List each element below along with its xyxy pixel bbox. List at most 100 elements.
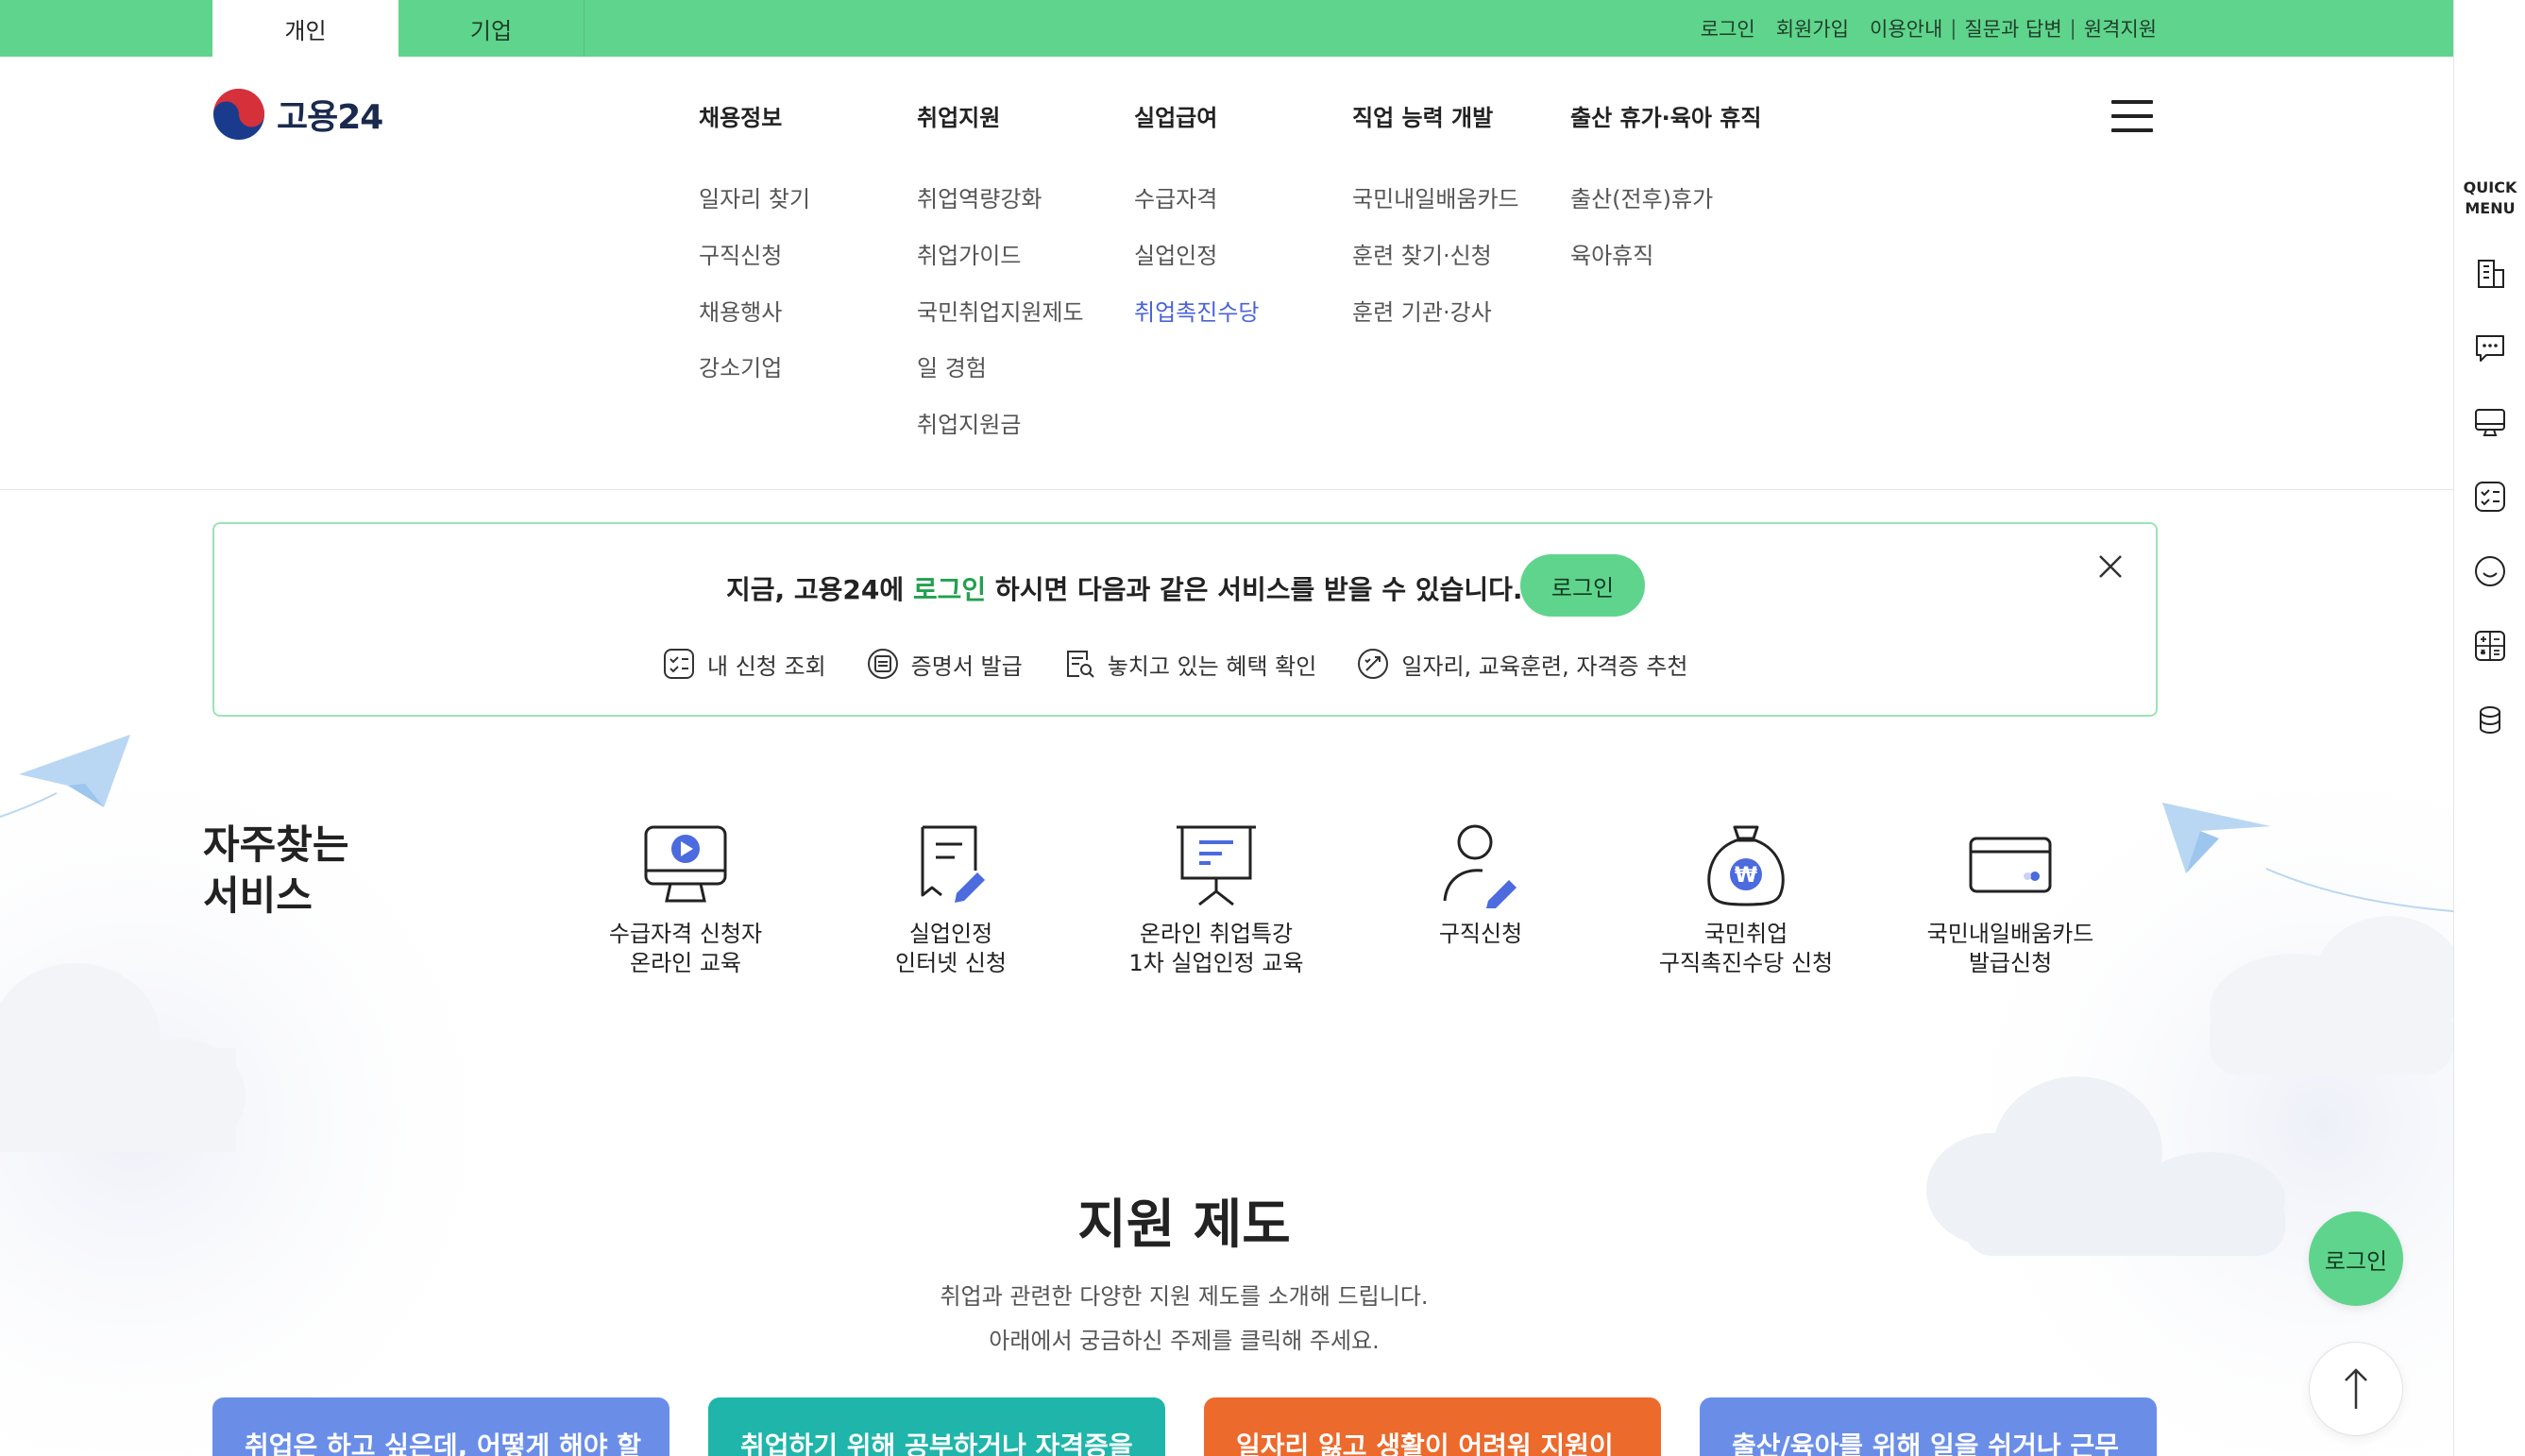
title-line: 자주찾는: [203, 821, 349, 868]
banner-message-post: 하시면 다음과 같은 서비스를 받을 수 있습니다.: [986, 574, 1523, 605]
service-sublabel: 온라인 교육: [629, 950, 742, 976]
calculator-icon[interactable]: [2473, 629, 2507, 663]
nav-maternity-parental-leave[interactable]: 출산 휴가·육아 휴직: [1570, 99, 1761, 132]
submenu-item[interactable]: 구직신청: [699, 237, 782, 270]
submenu-item[interactable]: 실업인정: [1134, 237, 1217, 270]
site-logo[interactable]: 고용24: [212, 88, 383, 141]
submenu-item[interactable]: 채용행사: [699, 294, 782, 327]
smile-icon[interactable]: [2473, 554, 2507, 588]
nav-employment-support[interactable]: 취업지원: [917, 99, 1000, 132]
divider: |: [2069, 17, 2076, 40]
title-line: 서비스: [203, 872, 313, 919]
feature-my-applications: 내 신청 조회: [662, 647, 826, 681]
submenu-item[interactable]: 강소기업: [699, 349, 782, 382]
login-link[interactable]: 로그인: [1701, 14, 1755, 42]
monitor-play-icon: [644, 825, 727, 903]
service-label: 실업인정: [908, 921, 993, 947]
submenu-item[interactable]: 국민내일배움카드: [1352, 180, 1519, 213]
submenu-item[interactable]: 일자리 찾기: [699, 180, 810, 213]
coins-icon[interactable]: [2473, 703, 2507, 737]
service-online-lecture[interactable]: 온라인 취업특강 1차 실업인정 교육: [1108, 821, 1325, 978]
floating-login-button[interactable]: 로그인: [2309, 1211, 2403, 1306]
banner-message: 지금, 고용24에 로그인 하시면 다음과 같은 서비스를 받을 수 있습니다.: [726, 569, 1523, 607]
service-learning-card[interactable]: 국민내일배움카드 발급신청: [1902, 821, 2119, 978]
submenu-item[interactable]: 일 경험: [917, 349, 987, 382]
feature-certificate: 증명서 발급: [866, 647, 1023, 681]
remote-support-link[interactable]: 원격지원: [2084, 14, 2157, 42]
service-label: 구직신청: [1438, 921, 1523, 947]
divider: |: [1950, 17, 1957, 40]
checklist-icon[interactable]: [2473, 480, 2507, 514]
banner-login-button[interactable]: 로그인: [1520, 554, 1645, 617]
support-section-desc: 취업과 관련한 다양한 지원 제도를 소개해 드립니다.: [940, 1283, 1429, 1310]
submenu-item[interactable]: 훈련 기관·강사: [1352, 294, 1492, 327]
submenu-item[interactable]: 수급자격: [1134, 180, 1217, 213]
utility-links: 로그인 회원가입 이용안내 | 질문과 답변 | 원격지원: [1701, 0, 2157, 57]
submenu-item-active[interactable]: 취업촉진수당: [1134, 294, 1259, 327]
nav-recruitment[interactable]: 채용정보: [699, 99, 782, 132]
submenu-item[interactable]: 훈련 찾기·신청: [1352, 237, 1492, 270]
service-label: 수급자격 신청자: [608, 921, 763, 947]
svg-text:₩: ₩: [1735, 864, 1757, 888]
service-online-education[interactable]: 수급자격 신청자 온라인 교육: [577, 821, 794, 978]
feature-recommendations: 일자리, 교육훈련, 자격증 추천: [1356, 647, 1687, 681]
feature-label: 놓치고 있는 혜택 확인: [1107, 652, 1317, 680]
document-search-icon: [1066, 651, 1094, 678]
banner-login-link[interactable]: 로그인: [913, 574, 986, 605]
submenu-item[interactable]: 국민취업지원제도: [917, 294, 1084, 327]
service-unemployment-recognition[interactable]: 실업인정 인터넷 신청: [842, 821, 1059, 978]
quick-menu-title-line: QUICK: [2463, 178, 2517, 196]
logo-text: 고용24: [277, 98, 383, 137]
header-divider: [0, 489, 2453, 490]
support-section-title: 지원 제도: [1077, 1194, 1291, 1256]
close-icon[interactable]: [2096, 552, 2125, 581]
nav-unemployment-benefit[interactable]: 실업급여: [1134, 99, 1217, 132]
login-banner: 지금, 고용24에 로그인 하시면 다음과 같은 서비스를 받을 수 있습니다.…: [212, 522, 2158, 717]
feature-label: 일자리, 교육훈련, 자격증 추천: [1401, 652, 1688, 680]
service-sublabel: 1차 실업인정 교육: [1128, 950, 1304, 976]
tab-business[interactable]: 기업: [398, 0, 585, 57]
service-job-application[interactable]: 구직신청: [1372, 821, 1589, 949]
banner-features: 내 신청 조회 증명서 발급 놓치고 있는 혜택 확인 일자리, 교육훈련, 자…: [662, 647, 1687, 681]
service-label: 국민내일배움카드: [1926, 921, 2094, 947]
quick-menu: QUICK MENU: [2453, 0, 2525, 1456]
qna-link[interactable]: 질문과 답변: [1964, 14, 2061, 42]
money-bag-icon: ₩: [1707, 825, 1785, 906]
guide-link[interactable]: 이용안내: [1870, 14, 1942, 42]
service-label: 국민취업: [1703, 921, 1788, 947]
help-links: 이용안내 | 질문과 답변 | 원격지원: [1870, 14, 2157, 42]
nav-job-skills[interactable]: 직업 능력 개발: [1352, 99, 1493, 132]
hamburger-menu-icon[interactable]: [2111, 100, 2153, 132]
banner-message-pre: 지금, 고용24에: [726, 574, 913, 605]
taegeuk-logo-icon: [213, 89, 264, 140]
submenu-item[interactable]: 출산(전후)휴가: [1570, 180, 1713, 213]
service-sublabel: 인터넷 신청: [894, 950, 1008, 976]
frequent-services-title: 자주찾는 서비스: [203, 820, 349, 922]
chat-icon[interactable]: [2473, 330, 2507, 364]
person-edit-icon: [1443, 824, 1517, 908]
tab-personal[interactable]: 개인: [212, 0, 398, 57]
feature-missed-benefits: 놓치고 있는 혜택 확인: [1062, 647, 1317, 681]
card-icon: [1969, 837, 2052, 893]
quick-menu-title-line: MENU: [2465, 199, 2516, 217]
submenu-item[interactable]: 취업역량강화: [917, 180, 1042, 213]
support-card[interactable]: 출산/육아를 위해 일을 쉬거나 근무: [1700, 1397, 2157, 1456]
scroll-top-button[interactable]: [2309, 1342, 2403, 1436]
submenu-item[interactable]: 취업지원금: [917, 406, 1021, 439]
submenu-item[interactable]: 육아휴직: [1570, 237, 1653, 270]
building-icon[interactable]: [2473, 257, 2507, 291]
recommend-icon: [1358, 649, 1389, 679]
support-section-desc: 아래에서 궁금하신 주제를 클릭해 주세요.: [989, 1328, 1380, 1354]
service-job-seeking-allowance[interactable]: ₩ 국민취업 구직촉진수당 신청: [1637, 821, 1855, 978]
signup-link[interactable]: 회원가입: [1776, 14, 1849, 42]
feature-label: 증명서 발급: [910, 652, 1023, 680]
monitor-icon[interactable]: [2473, 405, 2507, 439]
support-card[interactable]: 취업은 하고 싶은데, 어떻게 해야 할: [212, 1397, 669, 1456]
top-bar: 개인 기업 로그인 회원가입 이용안내 | 질문과 답변 | 원격지원: [0, 0, 2453, 57]
submenu-item[interactable]: 취업가이드: [917, 237, 1021, 270]
page: 개인 기업 로그인 회원가입 이용안내 | 질문과 답변 | 원격지원 고용24…: [0, 0, 2453, 1456]
checklist-icon: [664, 649, 694, 679]
service-sublabel: 구직촉진수당 신청: [1658, 950, 1834, 976]
support-card[interactable]: 취업하기 위해 공부하거나 자격증을: [708, 1397, 1165, 1456]
support-card[interactable]: 일자리 잃고 생활이 어려워 지원이: [1204, 1397, 1661, 1456]
